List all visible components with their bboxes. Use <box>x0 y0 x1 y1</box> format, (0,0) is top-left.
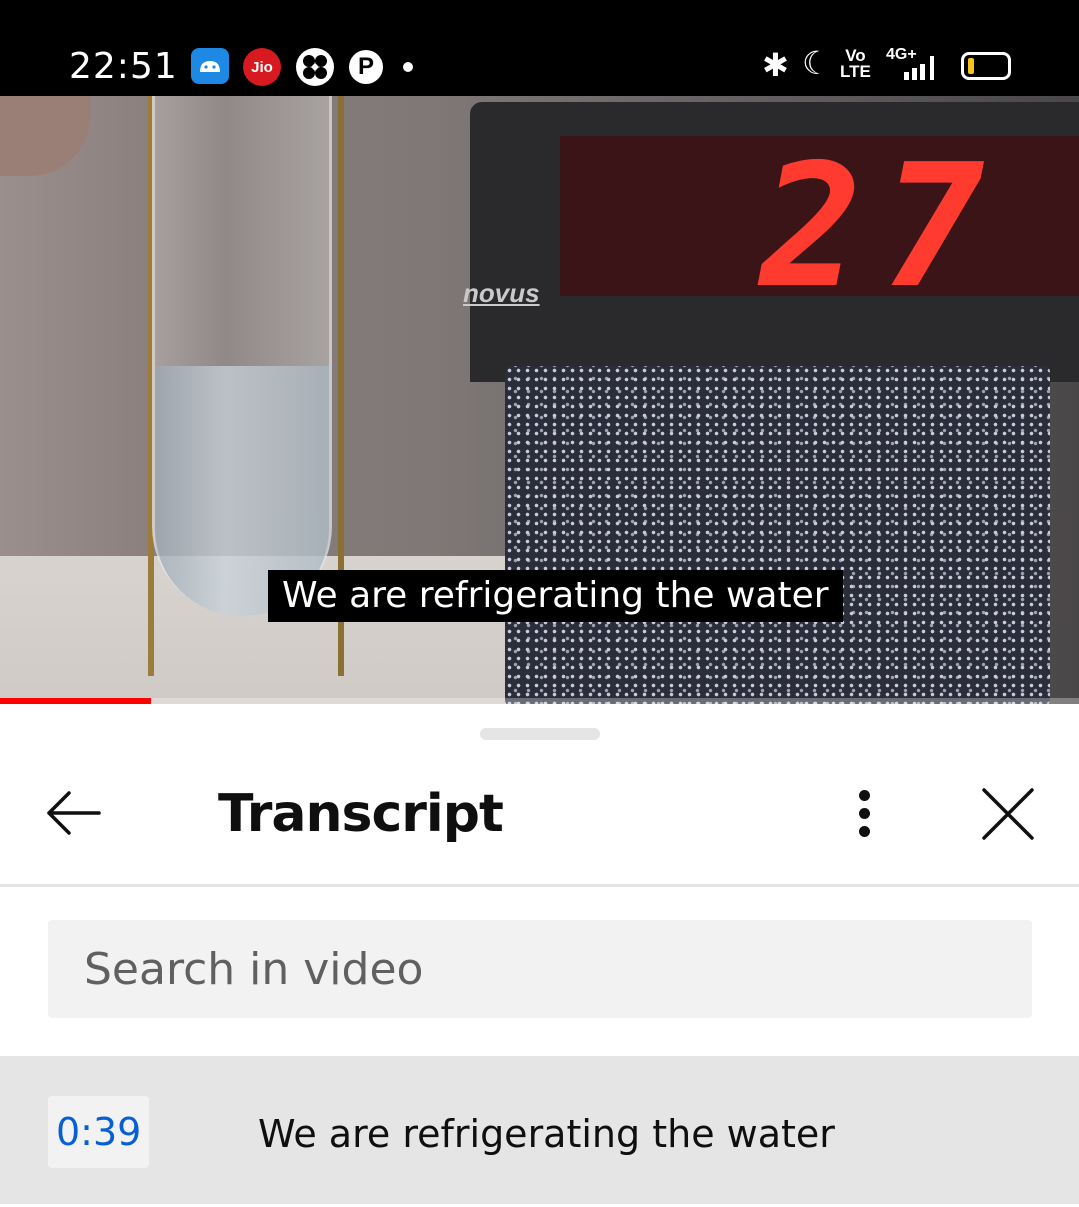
fan-icon <box>296 48 334 86</box>
search-input[interactable] <box>48 920 1032 1018</box>
status-time: 22:51 <box>69 46 178 87</box>
panel-title: Transcript <box>218 784 504 844</box>
jio-icon: Jio <box>243 48 281 86</box>
more-options-button[interactable] <box>836 780 892 846</box>
more-vert-icon-dot <box>858 789 870 801</box>
status-bar: 22:51 Jio P ✱ ☾ Vo LTE 4G+ <box>0 0 1079 96</box>
android-icon <box>191 48 229 84</box>
segment-text: We are refrigerating the water <box>258 1112 835 1156</box>
more-vert-icon-dot <box>858 825 870 837</box>
video-player[interactable]: 27 novus We are refrigerating the water <box>0 96 1079 704</box>
search-box[interactable] <box>48 920 1032 1018</box>
more-vert-icon-dot <box>858 807 870 819</box>
transcript-panel: Transcript 0:39 We are refrigerating the… <box>0 704 1079 1207</box>
video-scene-sponge <box>505 366 1050 704</box>
do-not-disturb-icon: ☾ <box>802 44 831 82</box>
bluetooth-icon: ✱ <box>762 46 789 84</box>
volte-bottom: LTE <box>840 62 871 81</box>
thermometer-reading: 27 <box>760 128 1005 326</box>
volte-icon: Vo LTE <box>840 47 871 84</box>
back-button[interactable] <box>40 780 106 846</box>
arrow-left-icon <box>47 791 101 835</box>
video-scene-finger <box>0 96 90 176</box>
pinterest-icon: P <box>349 50 383 84</box>
close-icon <box>982 788 1034 840</box>
signal-icon <box>900 56 940 80</box>
header-divider <box>0 884 1079 887</box>
segment-timestamp[interactable]: 0:39 <box>48 1096 150 1168</box>
drag-handle[interactable] <box>480 728 600 740</box>
notification-dot <box>403 62 413 72</box>
video-caption: We are refrigerating the water <box>268 570 843 622</box>
close-button[interactable] <box>972 778 1044 850</box>
device-brand: novus <box>463 278 540 308</box>
transcript-segment[interactable]: 0:39 We are refrigerating the water <box>0 1056 1079 1204</box>
battery-icon <box>961 52 1011 80</box>
